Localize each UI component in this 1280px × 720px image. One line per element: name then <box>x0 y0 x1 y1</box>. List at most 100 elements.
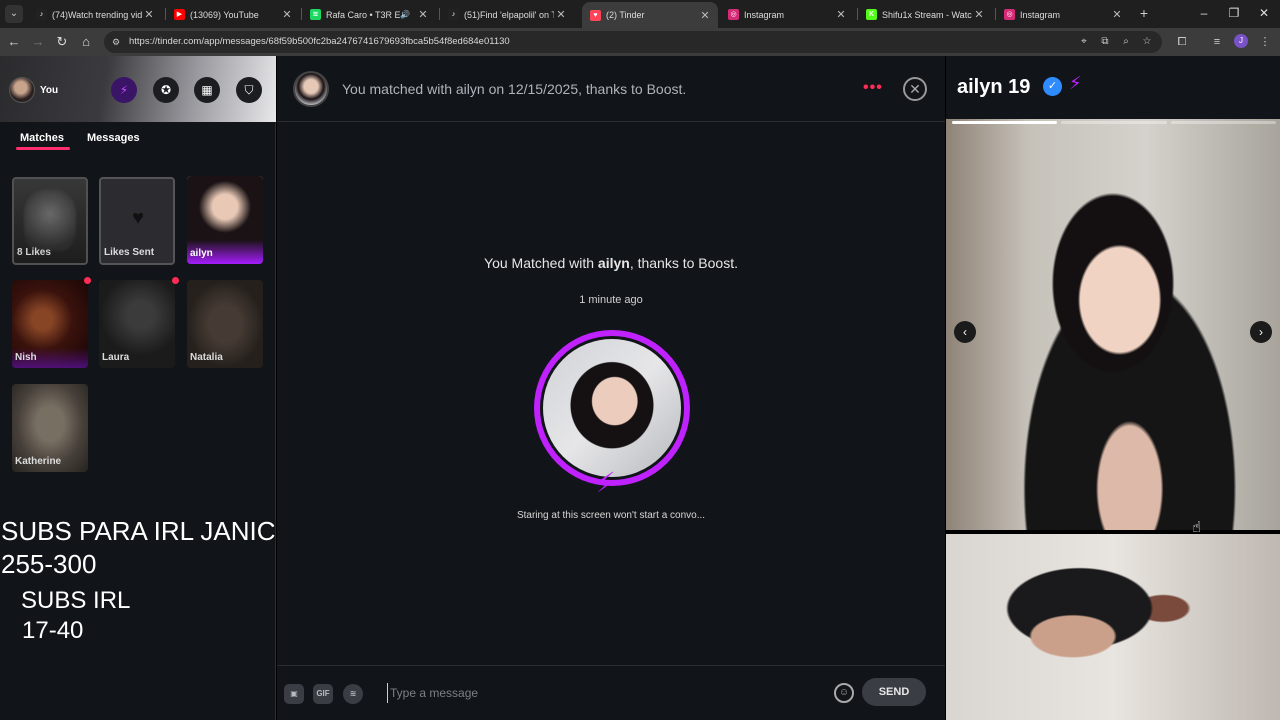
active-tab-indicator <box>16 147 70 150</box>
tab-close-icon[interactable]: ✕ <box>416 8 430 21</box>
match-card-natalia[interactable]: Natalia <box>187 280 263 368</box>
menu-dots-icon[interactable]: ⋮ <box>1257 34 1273 50</box>
tab-title: (74)Watch trending video <box>52 9 142 20</box>
overlay-text-line4: 17-40 <box>22 617 84 644</box>
browser-toolbar: ← → ↻ ⌂ ⚙ https://tinder.com/app/message… <box>0 28 1280 56</box>
message-composer: ▣ GIF ≋ ☺ SEND <box>277 665 945 720</box>
tab-favicon-icon: K <box>866 9 877 20</box>
tab-close-icon[interactable]: ✕ <box>698 9 712 22</box>
match-header-text: You matched with ailyn on 12/15/2025, th… <box>342 81 687 97</box>
zoom-icon[interactable]: ⌕ <box>1119 35 1133 49</box>
home-icon[interactable]: ⌂ <box>78 34 94 50</box>
profile-name-age: ailyn 19 <box>957 76 1031 98</box>
install-icon[interactable]: ⧉ <box>1098 35 1112 49</box>
reload-icon[interactable]: ↻ <box>54 34 70 50</box>
browser-tab[interactable]: ♪ (51)Find 'elpapolil' on Tik ✕ <box>440 2 574 27</box>
new-match-dot <box>172 277 179 284</box>
tab-title: (2) Tinder <box>606 10 645 20</box>
chat-header: You matched with ailyn on 12/15/2025, th… <box>277 56 945 122</box>
browser-tab[interactable]: ≋ Rafa Caro • T3R Eleme🔊 ✕ <box>302 2 436 27</box>
close-chat-icon[interactable]: ✕ <box>903 77 927 101</box>
browser-tab[interactable]: K Shifu1x Stream - Watch L✕ <box>858 2 992 27</box>
likes-card[interactable]: 8 Likes <box>12 177 88 265</box>
spotify-icon[interactable]: ≋ <box>343 684 363 704</box>
photo-progress-bar[interactable] <box>952 121 1058 124</box>
media-controls-icon[interactable]: ≡ <box>1209 34 1225 50</box>
card-label: Natalia <box>190 352 223 363</box>
browser-tab[interactable]: ♪ (74)Watch trending video✕ <box>28 2 162 27</box>
close-window-button[interactable]: ✕ <box>1257 6 1271 20</box>
next-photo-icon[interactable]: › <box>1250 321 1272 343</box>
send-button[interactable]: SEND <box>862 678 926 706</box>
user-label[interactable]: You <box>40 85 58 96</box>
browser-tab[interactable]: ♥ (2) Tinder ✕ <box>582 2 718 28</box>
restore-button[interactable]: ❐ <box>1227 6 1241 20</box>
address-bar[interactable]: ⚙ https://tinder.com/app/messages/68f59b… <box>104 31 1162 53</box>
tab-favicon-icon: ♪ <box>448 9 459 20</box>
browser-tab[interactable]: ◎ Instagram ✕ <box>996 2 1130 27</box>
tab-close-icon[interactable]: ✕ <box>834 8 848 21</box>
more-options-icon[interactable]: ••• <box>863 79 883 97</box>
card-label: Katherine <box>15 456 62 467</box>
browser-tab[interactable]: ▶ (13069) YouTube ✕ <box>166 2 300 27</box>
sticker-icon[interactable]: ▣ <box>284 684 304 704</box>
tab-close-icon[interactable]: ✕ <box>280 8 294 21</box>
card-label: 8 Likes <box>17 247 51 258</box>
match-time: 1 minute ago <box>579 294 643 306</box>
match-card-nish[interactable]: Nish <box>12 280 88 368</box>
tab-close-icon[interactable]: ✕ <box>1110 8 1124 21</box>
tab-matches[interactable]: Matches <box>20 132 64 144</box>
tab-favicon-icon: ◎ <box>1004 9 1015 20</box>
browser-profile-avatar[interactable]: J <box>1234 34 1248 48</box>
overlay-text-line2: 255-300 <box>1 549 97 579</box>
user-avatar[interactable] <box>9 77 35 103</box>
boost-icon[interactable]: ⚡ <box>111 77 137 103</box>
photo-progress-bar[interactable] <box>1061 121 1167 124</box>
card-label: Laura <box>102 352 130 363</box>
tab-search-icon[interactable]: ⌄ <box>5 5 23 23</box>
explore-icon[interactable]: ✪ <box>153 77 179 103</box>
tab-audio-icon[interactable]: 🔊 <box>400 10 410 19</box>
url-text[interactable]: https://tinder.com/app/messages/68f59b50… <box>129 36 510 47</box>
shield-icon[interactable]: ⛉ <box>236 77 262 103</box>
location-icon[interactable]: ⌖ <box>1077 35 1091 49</box>
boost-bolt-icon: ⚡ <box>596 467 616 498</box>
tab-close-icon[interactable]: ✕ <box>142 8 156 21</box>
tab-separator <box>439 8 440 20</box>
gif-button[interactable]: GIF <box>313 684 333 704</box>
match-card-laura[interactable]: Laura <box>99 280 175 368</box>
prev-photo-icon[interactable]: ‹ <box>954 321 976 343</box>
tab-separator <box>995 8 996 20</box>
site-info-icon[interactable]: ⚙ <box>110 36 122 48</box>
tab-title: Rafa Caro • T3R Eleme <box>326 9 401 20</box>
tab-messages[interactable]: Messages <box>87 132 140 144</box>
message-input[interactable] <box>387 683 817 703</box>
emoji-icon[interactable]: ☺ <box>834 683 854 703</box>
sidebar-tabs: Matches Messages <box>0 130 276 156</box>
match-card-katherine[interactable]: Katherine <box>12 384 88 472</box>
browser-tab[interactable]: ◎ Instagram ✕ <box>720 2 854 27</box>
tab-favicon-icon: ♥ <box>590 9 601 21</box>
browser-tabstrip: ⌄ ♪(74)Watch trending video✕▶(13069) You… <box>0 0 1280 28</box>
extensions-icon[interactable]: ⧠ <box>1174 34 1190 50</box>
tab-close-icon[interactable]: ✕ <box>972 8 986 21</box>
match-avatar[interactable] <box>293 71 329 107</box>
likes-sent-card[interactable]: ♥ Likes Sent <box>99 177 175 265</box>
forward-icon[interactable]: → <box>30 34 46 50</box>
match-card-ailyn[interactable]: ailyn <box>187 176 263 264</box>
tab-title: (51)Find 'elpapolil' on Tik <box>464 9 554 20</box>
overlay-text-line3: SUBS IRL <box>21 587 131 614</box>
tab-favicon-icon: ▶ <box>174 9 185 20</box>
minimize-button[interactable]: – <box>1197 6 1211 20</box>
back-icon[interactable]: ← <box>6 34 22 50</box>
profile-photo[interactable] <box>946 119 1280 530</box>
photo-progress-bar[interactable] <box>1170 121 1276 124</box>
match-photo-ring <box>534 330 690 486</box>
bookmark-star-icon[interactable]: ☆ <box>1140 35 1154 49</box>
briefcase-icon[interactable]: ▦ <box>194 77 220 103</box>
new-tab-button[interactable]: + <box>1136 5 1152 21</box>
match-title: You Matched with ailyn, thanks to Boost. <box>484 255 738 271</box>
heart-list-icon: ♥ <box>132 207 144 229</box>
new-match-dot <box>84 277 91 284</box>
tab-close-icon[interactable]: ✕ <box>554 8 568 21</box>
